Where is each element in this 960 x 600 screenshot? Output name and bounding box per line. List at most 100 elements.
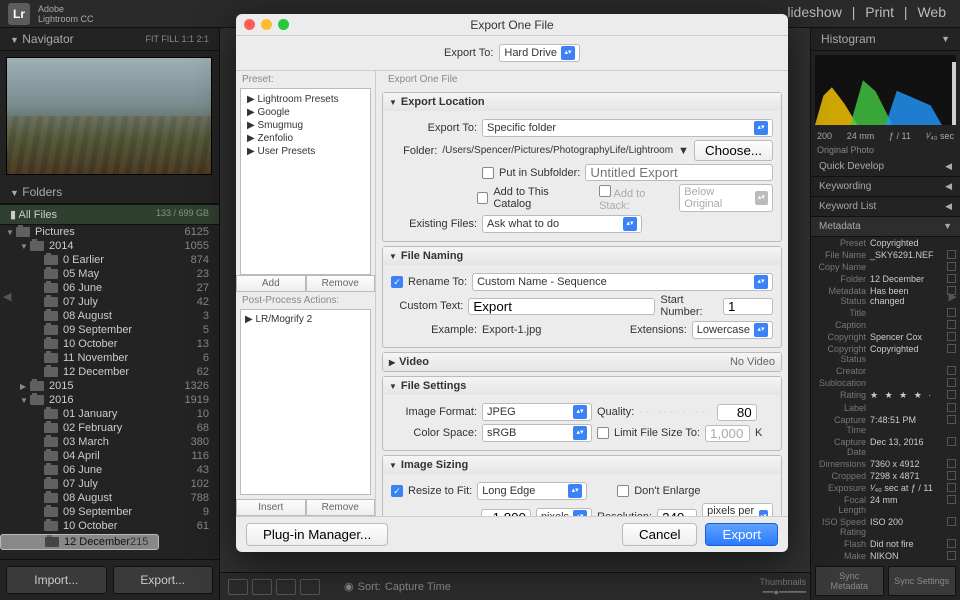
folder-row[interactable]: 12 December62 [0,365,219,379]
pixels-input[interactable] [481,509,531,517]
location-export-to-select[interactable]: Specific folder▴▾ [482,119,773,137]
module-picker[interactable]: lideshow | Print | Web [781,4,952,20]
export-confirm-button[interactable]: Export [705,523,778,546]
cancel-button[interactable]: Cancel [622,523,698,546]
left-collapse-icon[interactable]: ◀ [3,290,11,303]
metadata-header[interactable]: Metadata▼ [811,217,960,237]
metadata-row[interactable]: Copyright StatusCopyrighted [811,343,960,365]
metadata-row[interactable]: Caption [811,319,960,331]
all-files-row[interactable]: ▮ All Files133 / 699 GB [0,204,219,225]
folder-row[interactable]: ▼20141055 [0,239,219,253]
metadata-row[interactable]: Metadata StatusHas been changed [811,285,960,307]
add-catalog-checkbox[interactable] [477,192,488,204]
folder-row[interactable]: 08 August3 [0,309,219,323]
folder-row[interactable]: 09 September9 [0,505,219,519]
preset-list[interactable]: ▶ Lightroom Presets▶ Google▶ Smugmug▶ Ze… [240,88,371,275]
export-to-select[interactable]: Hard Drive▴▾ [499,44,580,62]
resize-checkbox[interactable]: ✓ [391,485,403,497]
quick-develop-header[interactable]: Quick Develop◀ [811,157,960,177]
metadata-row[interactable]: File Name_SKY6291.NEF [811,249,960,261]
folder-row[interactable]: 04 April116 [0,449,219,463]
sort-value[interactable]: Capture Time [385,581,451,593]
color-space-select[interactable]: sRGB▴▾ [482,424,592,442]
folder-row[interactable]: 01 January10 [0,407,219,421]
metadata-row[interactable]: Folder12 December [811,273,960,285]
post-remove-button[interactable]: Remove [306,499,376,516]
metadata-row[interactable]: Cropped7298 x 4871 [811,470,960,482]
extensions-select[interactable]: Lowercase▴▾ [692,321,773,339]
subfolder-input[interactable] [585,164,773,181]
sync-settings-button[interactable]: Sync Settings [888,566,957,596]
metadata-row[interactable]: Title [811,307,960,319]
import-button[interactable]: Import... [6,566,107,594]
resolution-input[interactable] [657,509,697,517]
custom-text-input[interactable] [468,298,655,315]
folder-row[interactable]: ▶20151326 [0,379,219,393]
metadata-row[interactable]: Rating★ ★ ★ ★ · [811,389,960,402]
folder-row[interactable]: 09 September5 [0,323,219,337]
preset-remove-button[interactable]: Remove [306,275,376,292]
metadata-row[interactable]: Copy Name [811,261,960,273]
metadata-row[interactable]: Focal Length24 mm [811,494,960,516]
metadata-row[interactable]: Dimensions7360 x 4912 [811,458,960,470]
survey-icon[interactable] [300,579,320,595]
thumbnail-slider[interactable]: Thumbnails━━●━━━━━ [706,577,806,598]
image-format-select[interactable]: JPEG▴▾ [482,403,592,421]
metadata-row[interactable]: Capture Time7:48:51 PM [811,414,960,436]
navigator-header[interactable]: ▼ Navigator FIT FILL 1:1 2:1 [0,28,219,51]
plugin-manager-button[interactable]: Plug-in Manager... [246,523,388,546]
start-number-input[interactable] [723,298,773,315]
post-insert-button[interactable]: Insert [236,499,306,516]
dont-enlarge-checkbox[interactable] [617,485,629,497]
metadata-row[interactable]: CopyrightSpencer Cox [811,331,960,343]
folder-row[interactable]: 07 July42 [0,295,219,309]
right-collapse-icon[interactable]: ▶ [949,290,957,303]
keywording-header[interactable]: Keywording◀ [811,177,960,197]
folder-row[interactable]: 11 November6 [0,351,219,365]
keyword-list-header[interactable]: Keyword List◀ [811,197,960,217]
folder-tree[interactable]: ▼Pictures6125▼201410550 Earlier87405 May… [0,225,219,559]
metadata-row[interactable]: Exposure¹⁄₄₀ sec at ƒ / 11 [811,482,960,494]
zoom-icon[interactable] [278,19,289,30]
post-process-list[interactable]: ▶ LR/Mogrify 2 [240,309,371,496]
folder-row[interactable]: ▼20161919 [0,393,219,407]
folder-row[interactable]: 05 May23 [0,267,219,281]
folder-row[interactable]: 02 February68 [0,421,219,435]
rename-checkbox[interactable]: ✓ [391,276,403,288]
existing-files-select[interactable]: Ask what to do▴▾ [482,215,642,233]
folder-row[interactable]: 10 October13 [0,337,219,351]
metadata-row[interactable]: ISO Speed RatingISO 200 [811,516,960,538]
rename-template-select[interactable]: Custom Name - Sequence▴▾ [472,273,773,291]
metadata-row[interactable]: Capture DateDec 13, 2016 [811,436,960,458]
metadata-row[interactable]: Creator [811,365,960,377]
folder-row[interactable]: 10 October61 [0,519,219,533]
navigator-thumbnail[interactable] [6,57,212,175]
folder-row[interactable]: ▼Pictures6125 [0,225,219,239]
folders-header[interactable]: ▼ Folders [0,181,219,204]
folder-row[interactable]: 08 August788 [0,491,219,505]
folder-row[interactable]: 12 December215 [0,534,159,550]
folder-row[interactable]: 0 Earlier874 [0,253,219,267]
minimize-icon[interactable] [261,19,272,30]
metadata-preset[interactable]: PresetCopyrighted [811,237,960,249]
metadata-row[interactable]: Sublocation [811,377,960,389]
metadata-row[interactable]: Label [811,402,960,414]
loupe-icon[interactable] [252,579,272,595]
dialog-titlebar[interactable]: Export One File [236,14,788,36]
choose-folder-button[interactable]: Choose... [694,140,773,161]
quality-input[interactable] [717,404,757,421]
grid-icon[interactable] [228,579,248,595]
metadata-row[interactable]: FlashDid not fire [811,538,960,550]
metadata-row[interactable]: MakeNIKON CORPORATION [811,550,960,562]
resize-select[interactable]: Long Edge▴▾ [477,482,587,500]
folder-row[interactable]: 06 June27 [0,281,219,295]
subfolder-checkbox[interactable] [482,167,494,179]
folder-row[interactable]: 06 June43 [0,463,219,477]
export-button[interactable]: Export... [113,566,214,594]
folder-row[interactable]: 03 March380 [0,435,219,449]
close-icon[interactable] [244,19,255,30]
sync-metadata-button[interactable]: Sync Metadata [815,566,884,596]
compare-icon[interactable] [276,579,296,595]
folder-row[interactable]: 07 July102 [0,477,219,491]
limit-size-checkbox[interactable] [597,427,609,439]
